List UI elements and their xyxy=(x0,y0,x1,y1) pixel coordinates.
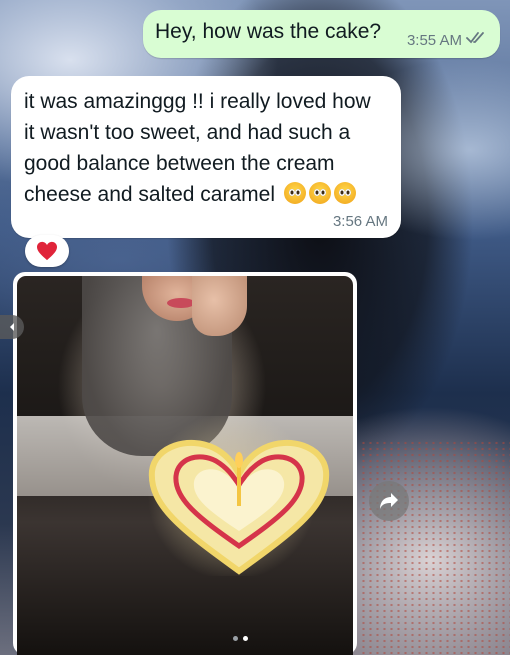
forward-arrow-icon xyxy=(380,493,398,509)
image-page-indicator xyxy=(233,636,248,641)
page-dot xyxy=(233,636,238,641)
photo-girl-with-heart-cake[interactable] xyxy=(17,276,353,655)
message-text: Hey, how was the cake? xyxy=(155,20,382,43)
outgoing-message-bubble[interactable]: Hey, how was the cake? 3:55 AM xyxy=(143,10,500,58)
message-line: it wasn't too sweet, and had such a xyxy=(24,121,351,144)
photo-lips xyxy=(167,298,195,308)
pleading-face-emoji-icon xyxy=(308,182,331,204)
incoming-message-bubble[interactable]: it was amazinggg !! i really loved how i… xyxy=(11,76,401,238)
forward-button[interactable] xyxy=(369,481,409,521)
red-heart-icon xyxy=(37,241,57,261)
double-check-read-icon xyxy=(466,31,488,50)
message-timestamp: 3:56 AM xyxy=(332,213,388,230)
pleading-face-emoji-icon xyxy=(283,182,306,204)
message-text: it was amazinggg !! i really loved how i… xyxy=(24,86,394,210)
message-line: it was amazinggg !! i really loved how xyxy=(24,90,371,113)
previous-button[interactable] xyxy=(0,315,24,339)
chevron-left-icon xyxy=(10,323,14,331)
pleading-face-emoji-icon xyxy=(333,182,356,204)
page-dot-active xyxy=(243,636,248,641)
message-timestamp: 3:55 AM xyxy=(406,32,462,49)
message-line: cheese and salted caramel xyxy=(24,183,275,206)
heart-reaction[interactable] xyxy=(25,235,69,267)
message-line: good balance between the cream xyxy=(24,152,335,175)
photo-hand xyxy=(192,276,247,336)
wallpaper-texture xyxy=(360,440,510,655)
image-message-bubble[interactable] xyxy=(13,272,357,655)
heart-cake-icon xyxy=(148,439,330,575)
